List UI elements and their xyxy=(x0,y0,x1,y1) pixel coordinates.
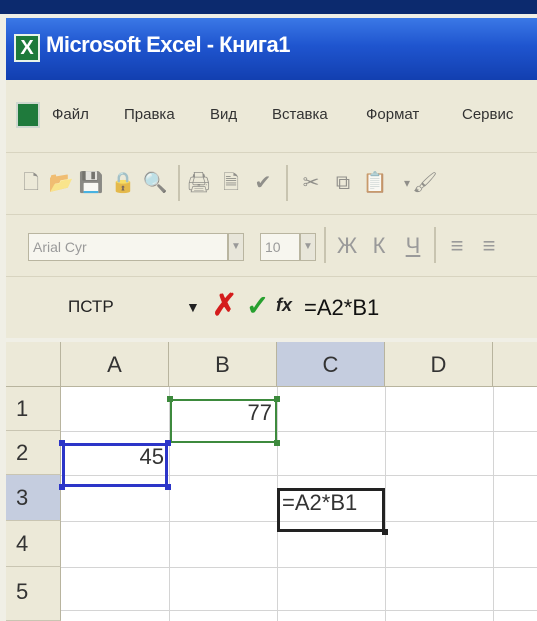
toolbar-separator xyxy=(434,227,436,263)
formula-bar: ПСТР ▼ ✗ ✓ fx =A2*B1 xyxy=(6,276,537,338)
row-header-2[interactable]: 2 xyxy=(6,431,61,475)
spelling-icon[interactable]: ✔ xyxy=(250,169,276,197)
reference-handle[interactable] xyxy=(59,484,65,490)
formatting-toolbar: Arial Cyr ▼ 10 ▼ Ж К Ч ≡ ≡ xyxy=(6,214,537,276)
reference-handle[interactable] xyxy=(274,396,280,402)
name-box[interactable]: ПСТР xyxy=(68,297,114,317)
reference-handle[interactable] xyxy=(165,484,171,490)
format-painter-icon[interactable]: 🖌 xyxy=(412,169,438,197)
name-box-dropdown-icon[interactable]: ▼ xyxy=(186,299,200,315)
reference-border-b1 xyxy=(170,399,277,443)
align-center-button[interactable]: ≡ xyxy=(476,231,502,261)
paste-icon[interactable]: 📋 xyxy=(362,169,388,197)
menu-insert[interactable]: Вставка xyxy=(272,106,328,123)
font-dropdown-icon[interactable]: ▼ xyxy=(228,233,244,261)
font-name-select[interactable]: Arial Cyr xyxy=(28,233,228,261)
screen-top-edge xyxy=(0,0,537,14)
menu-bar: Файл Правка Вид Вставка Формат Сервис xyxy=(6,80,537,152)
reference-handle[interactable] xyxy=(167,396,173,402)
window-title: Microsoft Excel - Книга1 xyxy=(46,32,291,57)
select-all-corner[interactable] xyxy=(6,342,61,387)
menu-tools[interactable]: Сервис xyxy=(462,106,513,123)
font-size-select[interactable]: 10 xyxy=(260,233,300,261)
copy-icon[interactable]: ⧉ xyxy=(330,169,356,197)
print-preview-icon[interactable]: 🗎 xyxy=(218,169,244,197)
underline-button[interactable]: Ч xyxy=(400,231,426,261)
italic-button[interactable]: К xyxy=(366,231,392,261)
column-header-c[interactable]: C xyxy=(277,342,385,387)
menu-format[interactable]: Формат xyxy=(366,106,419,123)
toolbar-separator xyxy=(324,227,326,263)
align-left-button[interactable]: ≡ xyxy=(444,231,470,261)
column-header-a[interactable]: A xyxy=(61,342,169,387)
row-header-1[interactable]: 1 xyxy=(6,387,61,431)
reference-handle[interactable] xyxy=(165,440,171,446)
grid-line xyxy=(61,567,537,568)
open-icon[interactable]: 📂 xyxy=(48,169,74,197)
fill-handle[interactable] xyxy=(382,529,388,535)
bold-button[interactable]: Ж xyxy=(334,231,360,261)
size-dropdown-icon[interactable]: ▼ xyxy=(300,233,316,261)
new-icon[interactable]: 🗋 xyxy=(18,169,44,197)
grid-line xyxy=(385,387,386,621)
menu-file[interactable]: Файл xyxy=(52,106,89,123)
active-cell-border xyxy=(277,488,385,532)
row-header-5[interactable]: 5 xyxy=(6,567,61,621)
standard-toolbar: 🗋 📂 💾 🔒 🔍 🖨 🗎 ✔ ✂ ⧉ 📋 ▾ 🖌 xyxy=(6,152,537,214)
grid-line xyxy=(493,387,494,621)
print-icon[interactable]: 🖨 xyxy=(186,169,212,197)
excel-app-icon[interactable]: X xyxy=(14,34,40,62)
save-icon[interactable]: 💾 xyxy=(78,169,104,197)
menu-view[interactable]: Вид xyxy=(210,106,237,123)
row-header-3[interactable]: 3 xyxy=(6,475,61,521)
enter-icon[interactable]: ✓ xyxy=(246,289,269,323)
menu-edit[interactable]: Правка xyxy=(124,106,175,123)
reference-handle[interactable] xyxy=(274,440,280,446)
permission-icon[interactable]: 🔒 xyxy=(110,169,136,197)
worksheet-grid[interactable]: A B C D 1 2 3 4 5 77 45 =A2*B1 xyxy=(6,342,537,621)
toolbar-separator xyxy=(178,165,180,201)
column-header-b[interactable]: B xyxy=(169,342,277,387)
cancel-icon[interactable]: ✗ xyxy=(212,289,237,323)
reference-handle[interactable] xyxy=(59,440,65,446)
insert-function-icon[interactable]: fx xyxy=(276,295,292,316)
excel-window: X Microsoft Excel - Книга1 Файл Правка В… xyxy=(0,0,537,621)
grid-line xyxy=(61,610,537,611)
toolbar-separator xyxy=(286,165,288,201)
title-bar[interactable]: X Microsoft Excel - Книга1 xyxy=(6,18,537,80)
row-header-4[interactable]: 4 xyxy=(6,521,61,567)
workbook-icon[interactable] xyxy=(16,102,40,128)
formula-input[interactable]: =A2*B1 xyxy=(304,293,537,323)
cut-icon[interactable]: ✂ xyxy=(298,169,324,197)
column-header-e[interactable] xyxy=(493,342,537,387)
grid-line xyxy=(61,431,537,432)
column-header-d[interactable]: D xyxy=(385,342,493,387)
reference-border-a2 xyxy=(62,443,168,487)
search-icon[interactable]: 🔍 xyxy=(142,169,168,197)
